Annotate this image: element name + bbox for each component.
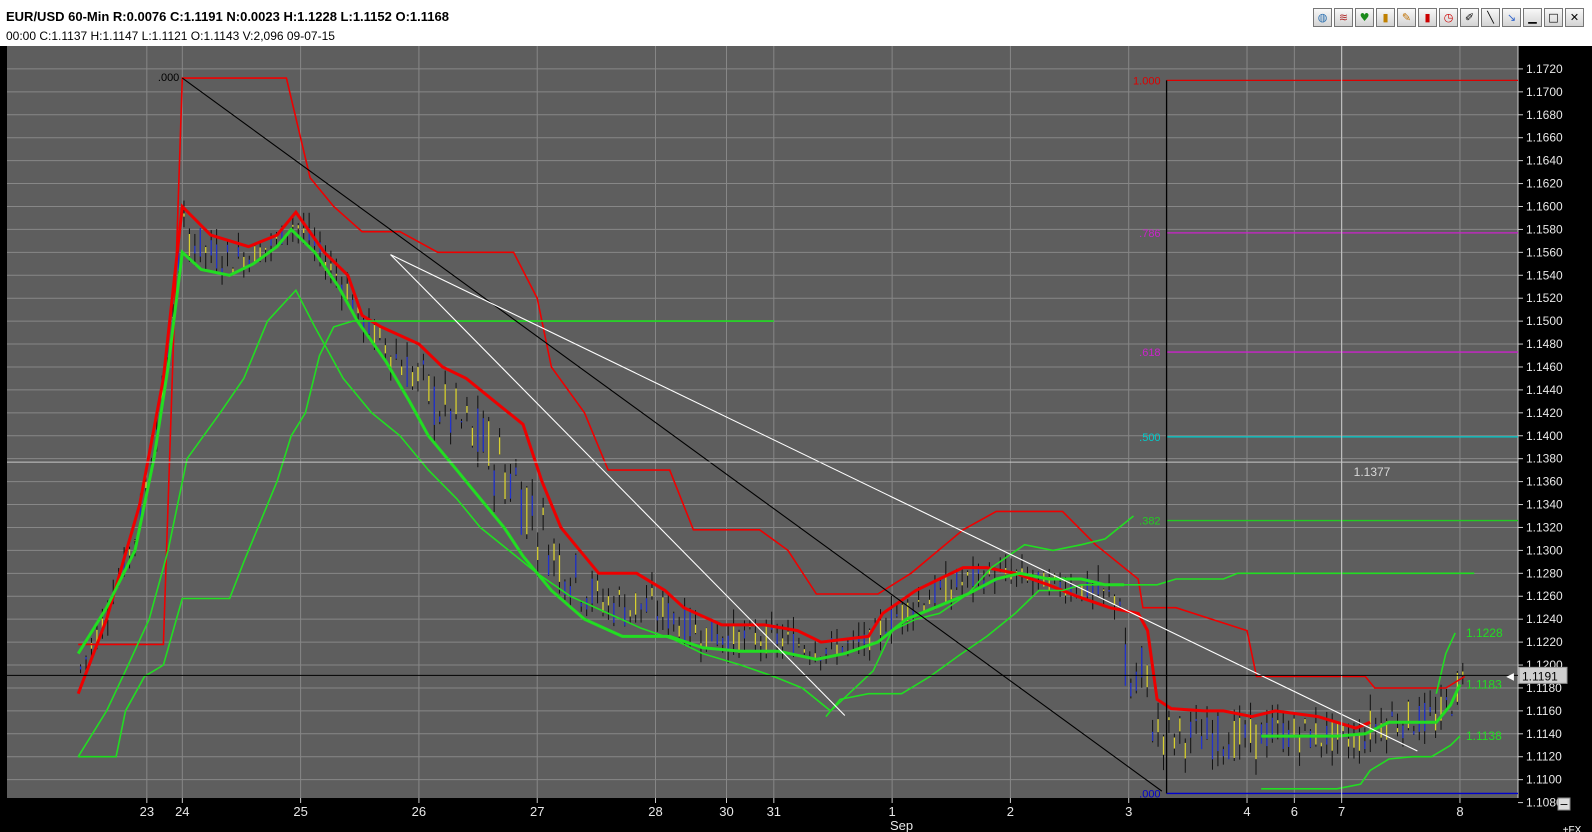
y-tick-label: 1.1460 — [1526, 360, 1563, 374]
fib-level-label: 1.000 — [1133, 75, 1161, 87]
x-tick-label: 26 — [412, 804, 426, 819]
x-tick-label: 2 — [1007, 804, 1014, 819]
x-tick-label: 30 — [719, 804, 733, 819]
y-tick-label: 1.1100 — [1526, 773, 1562, 787]
y-tick-label: 1.1240 — [1526, 612, 1563, 626]
annotation-label: .000 — [158, 72, 179, 84]
y-tick-label: 1.1260 — [1526, 589, 1563, 603]
fib-level-label: .382 — [1139, 516, 1160, 528]
y-tick-label: 1.1720 — [1526, 62, 1563, 76]
title-bar: EUR/USD 60-Min R:0.0076 C:1.1191 N:0.002… — [0, 0, 1592, 29]
x-tick-label: 25 — [293, 804, 307, 819]
x-tick-label: 6 — [1291, 804, 1298, 819]
fib-level-label: .500 — [1139, 432, 1160, 444]
fx-zoom-icon: +FX — [1563, 825, 1582, 832]
current-price-tag-label: 1.1191 — [1522, 669, 1558, 683]
bars-icon[interactable]: ▮ — [1376, 8, 1395, 27]
x-tick-label: 28 — [648, 804, 662, 819]
y-tick-label: 1.1280 — [1526, 566, 1563, 580]
y-tick-label: 1.1420 — [1526, 406, 1563, 420]
minimize-icon[interactable]: ▁ — [1523, 8, 1542, 27]
y-tick-label: 1.1700 — [1526, 85, 1563, 99]
y-tick-label: 1.1580 — [1526, 222, 1563, 236]
fib-level-label: .786 — [1139, 228, 1160, 240]
minus-icon: − — [1559, 798, 1568, 811]
y-tick-label: 1.1640 — [1526, 154, 1563, 168]
y-tick-label: 1.1220 — [1526, 635, 1563, 649]
y-tick-label: 1.1620 — [1526, 177, 1563, 191]
y-tick-label: 1.1140 — [1526, 727, 1562, 741]
y-tick-label: 1.1120 — [1526, 750, 1562, 764]
x-tick-label: 7 — [1338, 804, 1345, 819]
y-tick-label: 1.1080 — [1526, 796, 1563, 810]
clock-icon[interactable]: ◷ — [1439, 8, 1458, 27]
world-icon[interactable]: ◍ — [1313, 8, 1332, 27]
y-tick-label: 1.1680 — [1526, 108, 1563, 122]
y-tick-label: 1.1400 — [1526, 429, 1563, 443]
x-tick-label: 23 — [140, 804, 154, 819]
series-value-label: 1.1228 — [1466, 626, 1503, 640]
x-tick-label: 27 — [530, 804, 544, 819]
x-tick-label: 4 — [1243, 804, 1250, 819]
y-tick-label: 1.1600 — [1526, 199, 1563, 213]
heart-icon[interactable]: ♥ — [1355, 8, 1374, 27]
y-tick-label: 1.1480 — [1526, 337, 1563, 351]
crosshair-value-label: 1.1377 — [1354, 465, 1391, 479]
series-value-label: 1.1138 — [1466, 729, 1502, 743]
y-tick-label: 1.1560 — [1526, 245, 1563, 259]
price-chart[interactable]: 1.1720 1.1700 1.1680 1.1660 1.1640 1.1620 1.16… — [0, 46, 1592, 832]
y-tick-label: 1.1160 — [1526, 704, 1562, 718]
month-label: Sep — [890, 818, 913, 832]
line-tool-icon[interactable]: ╲ — [1481, 8, 1500, 27]
symbol-summary: EUR/USD 60-Min R:0.0076 C:1.1191 N:0.002… — [6, 9, 449, 24]
cursor-icon[interactable]: ↘ — [1502, 8, 1521, 27]
x-tick-label: 24 — [175, 804, 189, 819]
y-tick-label: 1.1440 — [1526, 383, 1563, 397]
x-tick-label: 31 — [767, 804, 781, 819]
bar-data-readout: 00:00 C:1.1137 H:1.1147 L:1.1121 O:1.114… — [6, 29, 335, 43]
chart-window: EUR/USD 60-Min R:0.0076 C:1.1191 N:0.002… — [0, 0, 1592, 832]
y-tick-label: 1.1340 — [1526, 498, 1563, 512]
x-tick-label: 8 — [1456, 804, 1463, 819]
y-tick-label: 1.1360 — [1526, 475, 1563, 489]
x-tick-label: 1 — [889, 804, 896, 819]
maximize-icon[interactable]: □ — [1544, 8, 1563, 27]
waves-icon[interactable]: ≋ — [1334, 8, 1353, 27]
series-value-label: 1.1183 — [1466, 678, 1502, 692]
y-tick-label: 1.1500 — [1526, 314, 1563, 328]
x-tick-label: 3 — [1125, 804, 1132, 819]
data-bar: 00:00 C:1.1137 H:1.1147 L:1.1121 O:1.114… — [0, 29, 1592, 46]
y-tick-label: 1.1520 — [1526, 291, 1563, 305]
close-icon[interactable]: ✕ — [1565, 8, 1584, 27]
y-tick-label: 1.1320 — [1526, 520, 1563, 534]
candle-icon[interactable]: ▮ — [1418, 8, 1437, 27]
y-tick-label: 1.1540 — [1526, 268, 1563, 282]
y-tick-label: 1.1380 — [1526, 452, 1563, 466]
current-price-arrow-icon: ◀ — [1506, 671, 1514, 682]
pencil-icon[interactable]: ✎ — [1397, 8, 1416, 27]
plot-area — [7, 46, 1518, 798]
chart-toolbar: ◍ ≋ ♥ ▮ ✎ ▮ ◷ ✐ ╲ ↘ ▁ □ ✕ — [1313, 8, 1584, 28]
fib-level-label: .618 — [1139, 347, 1160, 359]
y-tick-label: 1.1660 — [1526, 131, 1563, 145]
edit-icon[interactable]: ✐ — [1460, 8, 1479, 27]
y-tick-label: 1.1300 — [1526, 543, 1563, 557]
